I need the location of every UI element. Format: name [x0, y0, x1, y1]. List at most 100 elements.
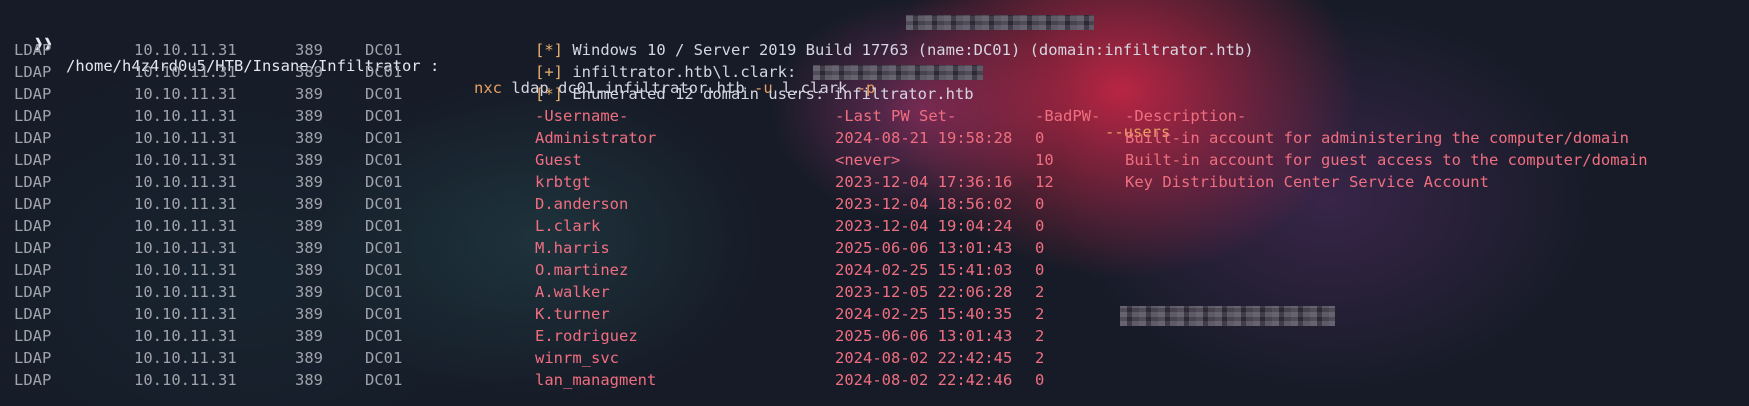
protocol-label: LDAP	[14, 239, 52, 257]
protocol-label: LDAP	[14, 107, 52, 125]
protocol-label: LDAP	[14, 349, 52, 367]
username-cell: D.anderson	[535, 195, 629, 213]
protocol-label: LDAP	[14, 195, 52, 213]
redacted-description	[1120, 306, 1335, 326]
ip-address: 10.10.11.31	[134, 283, 237, 301]
last-pw-set-cell: 2023-12-04 18:56:02	[835, 195, 1013, 213]
port-number: 389	[295, 261, 323, 279]
ip-address: 10.10.11.31	[134, 107, 237, 125]
port-number: 389	[295, 239, 323, 257]
badpw-cell: 0	[1035, 217, 1045, 235]
ip-address: 10.10.11.31	[134, 327, 237, 345]
last-pw-set-cell: 2025-06-06 13:01:43	[835, 327, 1013, 345]
last-pw-set-cell: 2023-12-05 22:06:28	[835, 283, 1013, 301]
port-number: 389	[295, 129, 323, 147]
username-cell: L.clark	[535, 217, 601, 235]
hostname: DC01	[365, 349, 403, 367]
hostname: DC01	[365, 305, 403, 323]
protocol-label: LDAP	[14, 283, 52, 301]
status-marker: [*]	[535, 41, 563, 59]
ip-address: 10.10.11.31	[134, 371, 237, 389]
hostname: DC01	[365, 239, 403, 257]
table-header-row: LDAP 10.10.11.31 389 DC01 -Username- -La…	[0, 105, 1246, 127]
username-cell: O.martinez	[535, 261, 629, 279]
badpw-cell: 0	[1035, 195, 1045, 213]
status-marker: [+]	[535, 63, 563, 81]
protocol-label: LDAP	[14, 261, 52, 279]
port-number: 389	[295, 283, 323, 301]
ip-address: 10.10.11.31	[134, 217, 237, 235]
hostname: DC01	[365, 195, 403, 213]
port-number: 389	[295, 371, 323, 389]
description-cell: Key Distribution Center Service Account	[1125, 173, 1489, 191]
protocol-label: LDAP	[14, 151, 52, 169]
hostname: DC01	[365, 151, 403, 169]
username-cell: krbtgt	[535, 173, 591, 191]
badpw-cell: 0	[1035, 371, 1045, 389]
enumerated-text: Enumerated 12 domain users: infiltrator.…	[572, 85, 974, 103]
protocol-label: LDAP	[14, 173, 52, 191]
last-pw-set-cell: <never>	[835, 151, 901, 169]
port-number: 389	[295, 107, 323, 125]
redacted-password	[906, 15, 1094, 30]
last-pw-set-cell: 2025-06-06 13:01:43	[835, 239, 1013, 257]
hostname: DC01	[365, 41, 403, 59]
ip-address: 10.10.11.31	[134, 85, 237, 103]
protocol-label: LDAP	[14, 371, 52, 389]
port-number: 389	[295, 151, 323, 169]
protocol-label: LDAP	[14, 129, 52, 147]
last-pw-set-cell: 2023-12-04 19:04:24	[835, 217, 1013, 235]
protocol-label: LDAP	[14, 217, 52, 235]
last-pw-set-cell: 2024-02-25 15:40:35	[835, 305, 1013, 323]
username-cell: A.walker	[535, 283, 610, 301]
output-line-auth: LDAP 10.10.11.31 389 DC01 [+] infiltrato…	[0, 61, 983, 83]
last-pw-set-cell: 2024-02-25 15:41:03	[835, 261, 1013, 279]
auth-text: infiltrator.htb\l.clark:	[572, 63, 797, 81]
protocol-label: LDAP	[14, 63, 52, 81]
command-name: nxc	[474, 79, 502, 97]
port-number: 389	[295, 63, 323, 81]
ip-address: 10.10.11.31	[134, 195, 237, 213]
username-cell: winrm_svc	[535, 349, 619, 367]
port-number: 389	[295, 349, 323, 367]
ip-address: 10.10.11.31	[134, 305, 237, 323]
username-cell: lan_managment	[535, 371, 657, 389]
port-number: 389	[295, 41, 323, 59]
port-number: 389	[295, 217, 323, 235]
port-number: 389	[295, 327, 323, 345]
ip-address: 10.10.11.31	[134, 173, 237, 191]
last-pw-set-cell: 2024-08-02 22:42:45	[835, 349, 1013, 367]
column-header-username: -Username-	[535, 107, 629, 125]
username-cell: Administrator	[535, 129, 657, 147]
hostname: DC01	[365, 63, 403, 81]
last-pw-set-cell: 2023-12-04 17:36:16	[835, 173, 1013, 191]
ip-address: 10.10.11.31	[134, 63, 237, 81]
hostname: DC01	[365, 261, 403, 279]
status-marker: [*]	[535, 85, 563, 103]
username-cell: M.harris	[535, 239, 610, 257]
hostname: DC01	[365, 85, 403, 103]
port-number: 389	[295, 173, 323, 191]
info-text: Windows 10 / Server 2019 Build 17763 (na…	[572, 41, 1254, 59]
port-number: 389	[295, 305, 323, 323]
hostname: DC01	[365, 107, 403, 125]
redacted-credential	[813, 65, 983, 80]
username-cell: Guest	[535, 151, 582, 169]
hostname: DC01	[365, 217, 403, 235]
port-number: 389	[295, 85, 323, 103]
command-prompt-line: ❱❱ /home/h4z4rd0u5/HTB/Insane/Infiltrato…	[0, 11, 1170, 141]
ip-address: 10.10.11.31	[134, 261, 237, 279]
last-pw-set-cell: 2024-08-02 22:42:46	[835, 371, 1013, 389]
badpw-cell: 2	[1035, 283, 1045, 301]
ip-address: 10.10.11.31	[134, 151, 237, 169]
badpw-cell: 12	[1035, 173, 1054, 191]
hostname: DC01	[365, 327, 403, 345]
description-cell: Built-in account for guest access to the…	[1125, 151, 1648, 169]
last-pw-set-cell: 2024-08-21 19:58:28	[835, 129, 1013, 147]
username-cell: K.turner	[535, 305, 610, 323]
badpw-cell: 2	[1035, 327, 1045, 345]
ip-address: 10.10.11.31	[134, 349, 237, 367]
description-cell: Built-in account for administering the c…	[1125, 129, 1629, 147]
terminal-window[interactable]: ❱❱ /home/h4z4rd0u5/HTB/Insane/Infiltrato…	[0, 0, 1749, 406]
ip-address: 10.10.11.31	[134, 41, 237, 59]
